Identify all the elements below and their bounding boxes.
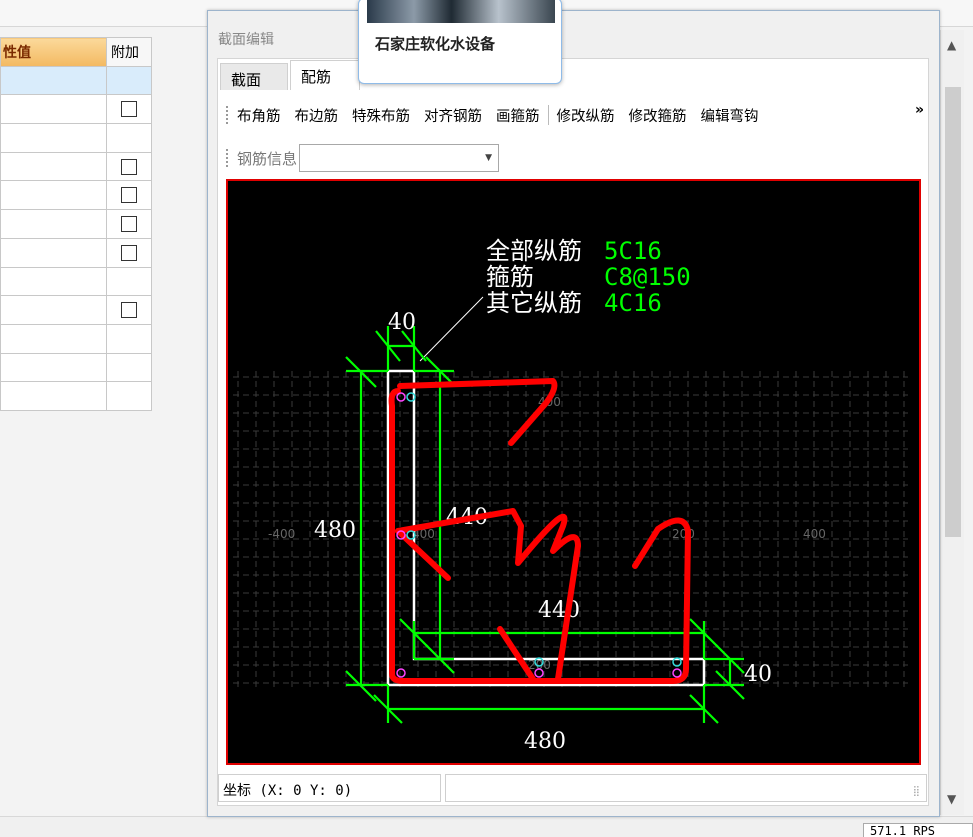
- toolbar-separator: [547, 105, 549, 125]
- column-header-value[interactable]: 性值: [0, 37, 107, 67]
- property-value-cell[interactable]: [0, 237, 107, 268]
- table-row[interactable]: [0, 295, 152, 325]
- property-value-cell[interactable]: [0, 180, 107, 211]
- add-cell: [106, 151, 152, 182]
- table-row[interactable]: [0, 352, 152, 383]
- vertical-scrollbar[interactable]: ▲ ▼: [940, 30, 964, 815]
- add-cell: [106, 381, 152, 411]
- popup-image: [367, 0, 555, 23]
- section-edit-dialog: 截面编辑 截面 配筋 布角筋 布边筋 特殊布筋 对齐钢筋 画箍筋 修改纵筋 修改…: [207, 10, 940, 817]
- rebar-info-label: 钢筋信息: [237, 149, 298, 168]
- section-drawing: 400 400 200 400 -400 200 全部纵筋 5C16 箍筋 C8…: [233, 237, 908, 754]
- add-cell: [106, 266, 152, 297]
- coordinate-readout: 坐标 (X: 0 Y: 0): [218, 774, 441, 802]
- table-row[interactable]: [0, 123, 152, 153]
- toolbar-grip[interactable]: [226, 106, 229, 124]
- table-row[interactable]: [0, 323, 152, 354]
- table-row[interactable]: [0, 180, 152, 211]
- legend-value-stirrup: C8@150: [604, 263, 691, 291]
- property-value-cell[interactable]: [0, 295, 107, 325]
- resize-grip-icon[interactable]: ⣿: [913, 786, 920, 797]
- table-row[interactable]: [0, 381, 152, 411]
- toolbar-overflow-icon[interactable]: »: [915, 102, 924, 118]
- scroll-down-icon[interactable]: ▼: [947, 792, 959, 806]
- drawing-canvas[interactable]: 400 400 200 400 -400 200 全部纵筋 5C16 箍筋 C8…: [226, 179, 921, 765]
- special-rebar-button[interactable]: 特殊布筋: [352, 105, 410, 126]
- property-value-cell[interactable]: [0, 65, 107, 96]
- property-value-cell[interactable]: [0, 94, 107, 125]
- add-cell: [106, 180, 152, 211]
- edit-hook-button[interactable]: 编辑弯钩: [701, 105, 759, 126]
- edit-longitudinal-button[interactable]: 修改纵筋: [557, 105, 615, 126]
- grid-label: 400: [803, 527, 826, 541]
- table-header-row: 性值 附加: [0, 37, 152, 67]
- add-cell: [106, 65, 152, 96]
- column-header-add[interactable]: 附加: [106, 37, 152, 67]
- corner-rebar-button[interactable]: 布角筋: [237, 105, 281, 126]
- edit-stirrup-button[interactable]: 修改箍筋: [629, 105, 687, 126]
- legend-value-all-longitudinal: 5C16: [604, 237, 662, 265]
- legend-value-other-longitudinal: 4C16: [604, 289, 662, 317]
- leader-line: [419, 296, 484, 362]
- popup-title[interactable]: 石家庄软化水设备: [375, 33, 495, 54]
- draw-stirrup-button[interactable]: 画箍筋: [496, 105, 540, 126]
- infobar-grip[interactable]: [226, 149, 229, 167]
- add-cell: [106, 237, 152, 268]
- property-value-cell[interactable]: [0, 209, 107, 239]
- legend-label-other-longitudinal: 其它纵筋: [486, 289, 582, 317]
- property-rows: [0, 65, 152, 411]
- add-cell: [106, 295, 152, 325]
- tab-section[interactable]: 截面: [220, 63, 288, 90]
- rebar-info-bar: 钢筋信息 ▼: [226, 143, 500, 173]
- add-cell: [106, 123, 152, 153]
- scroll-thumb[interactable]: [945, 87, 961, 537]
- scroll-up-icon[interactable]: ▲: [947, 38, 959, 52]
- grid-label: -400: [268, 527, 295, 541]
- dim-top-width: 40: [388, 310, 416, 335]
- table-row[interactable]: [0, 266, 152, 297]
- dialog-title: 截面编辑: [218, 32, 274, 48]
- add-checkbox[interactable]: [121, 244, 137, 261]
- property-value-cell[interactable]: [0, 323, 107, 354]
- dim-inner-width: 440: [538, 598, 580, 623]
- add-cell: [106, 209, 152, 239]
- table-row[interactable]: [0, 65, 152, 96]
- tab-reinforcement[interactable]: 配筋: [290, 60, 360, 90]
- add-cell: [106, 352, 152, 383]
- edge-rebar-button[interactable]: 布边筋: [295, 105, 339, 126]
- legend-label-all-longitudinal: 全部纵筋: [486, 237, 582, 265]
- dim-bottom-width: 480: [524, 729, 566, 754]
- property-value-cell[interactable]: [0, 151, 107, 182]
- popup-card[interactable]: 石家庄软化水设备: [358, 0, 562, 84]
- table-row[interactable]: [0, 237, 152, 268]
- property-value-cell[interactable]: [0, 381, 107, 411]
- add-checkbox[interactable]: [121, 158, 137, 175]
- add-checkbox[interactable]: [121, 302, 137, 319]
- add-cell: [106, 94, 152, 125]
- table-row[interactable]: [0, 94, 152, 125]
- property-value-cell[interactable]: [0, 123, 107, 153]
- property-value-cell[interactable]: [0, 352, 107, 383]
- table-row[interactable]: [0, 151, 152, 182]
- chevron-down-icon[interactable]: ▼: [485, 153, 492, 163]
- align-rebar-button[interactable]: 对齐钢筋: [424, 105, 482, 126]
- property-value-cell[interactable]: [0, 266, 107, 297]
- table-row[interactable]: [0, 209, 152, 239]
- add-cell: [106, 323, 152, 354]
- status-bar: 571.1 RPS: [0, 816, 973, 837]
- rebar-toolbar: 布角筋 布边筋 特殊布筋 对齐钢筋 画箍筋 修改纵筋 修改箍筋 编辑弯钩 »: [226, 100, 926, 130]
- legend-label-stirrup: 箍筋: [486, 263, 534, 291]
- status-box: 571.1 RPS: [863, 823, 973, 837]
- status-panel: ⣿: [445, 774, 927, 802]
- dim-left-height: 480: [314, 518, 356, 543]
- app-window: 性值 附加 ▲ ▼ 571.1 RPS 截面编辑 截面 配筋 布角筋 布边筋 特…: [0, 0, 973, 837]
- property-table: 性值 附加: [0, 37, 152, 411]
- grid-label: 200: [672, 527, 695, 541]
- add-checkbox[interactable]: [121, 187, 137, 204]
- rebar-info-select[interactable]: ▼: [299, 144, 500, 172]
- dim-right-thickness: 40: [744, 662, 772, 687]
- add-checkbox[interactable]: [121, 101, 137, 118]
- add-checkbox[interactable]: [121, 215, 137, 232]
